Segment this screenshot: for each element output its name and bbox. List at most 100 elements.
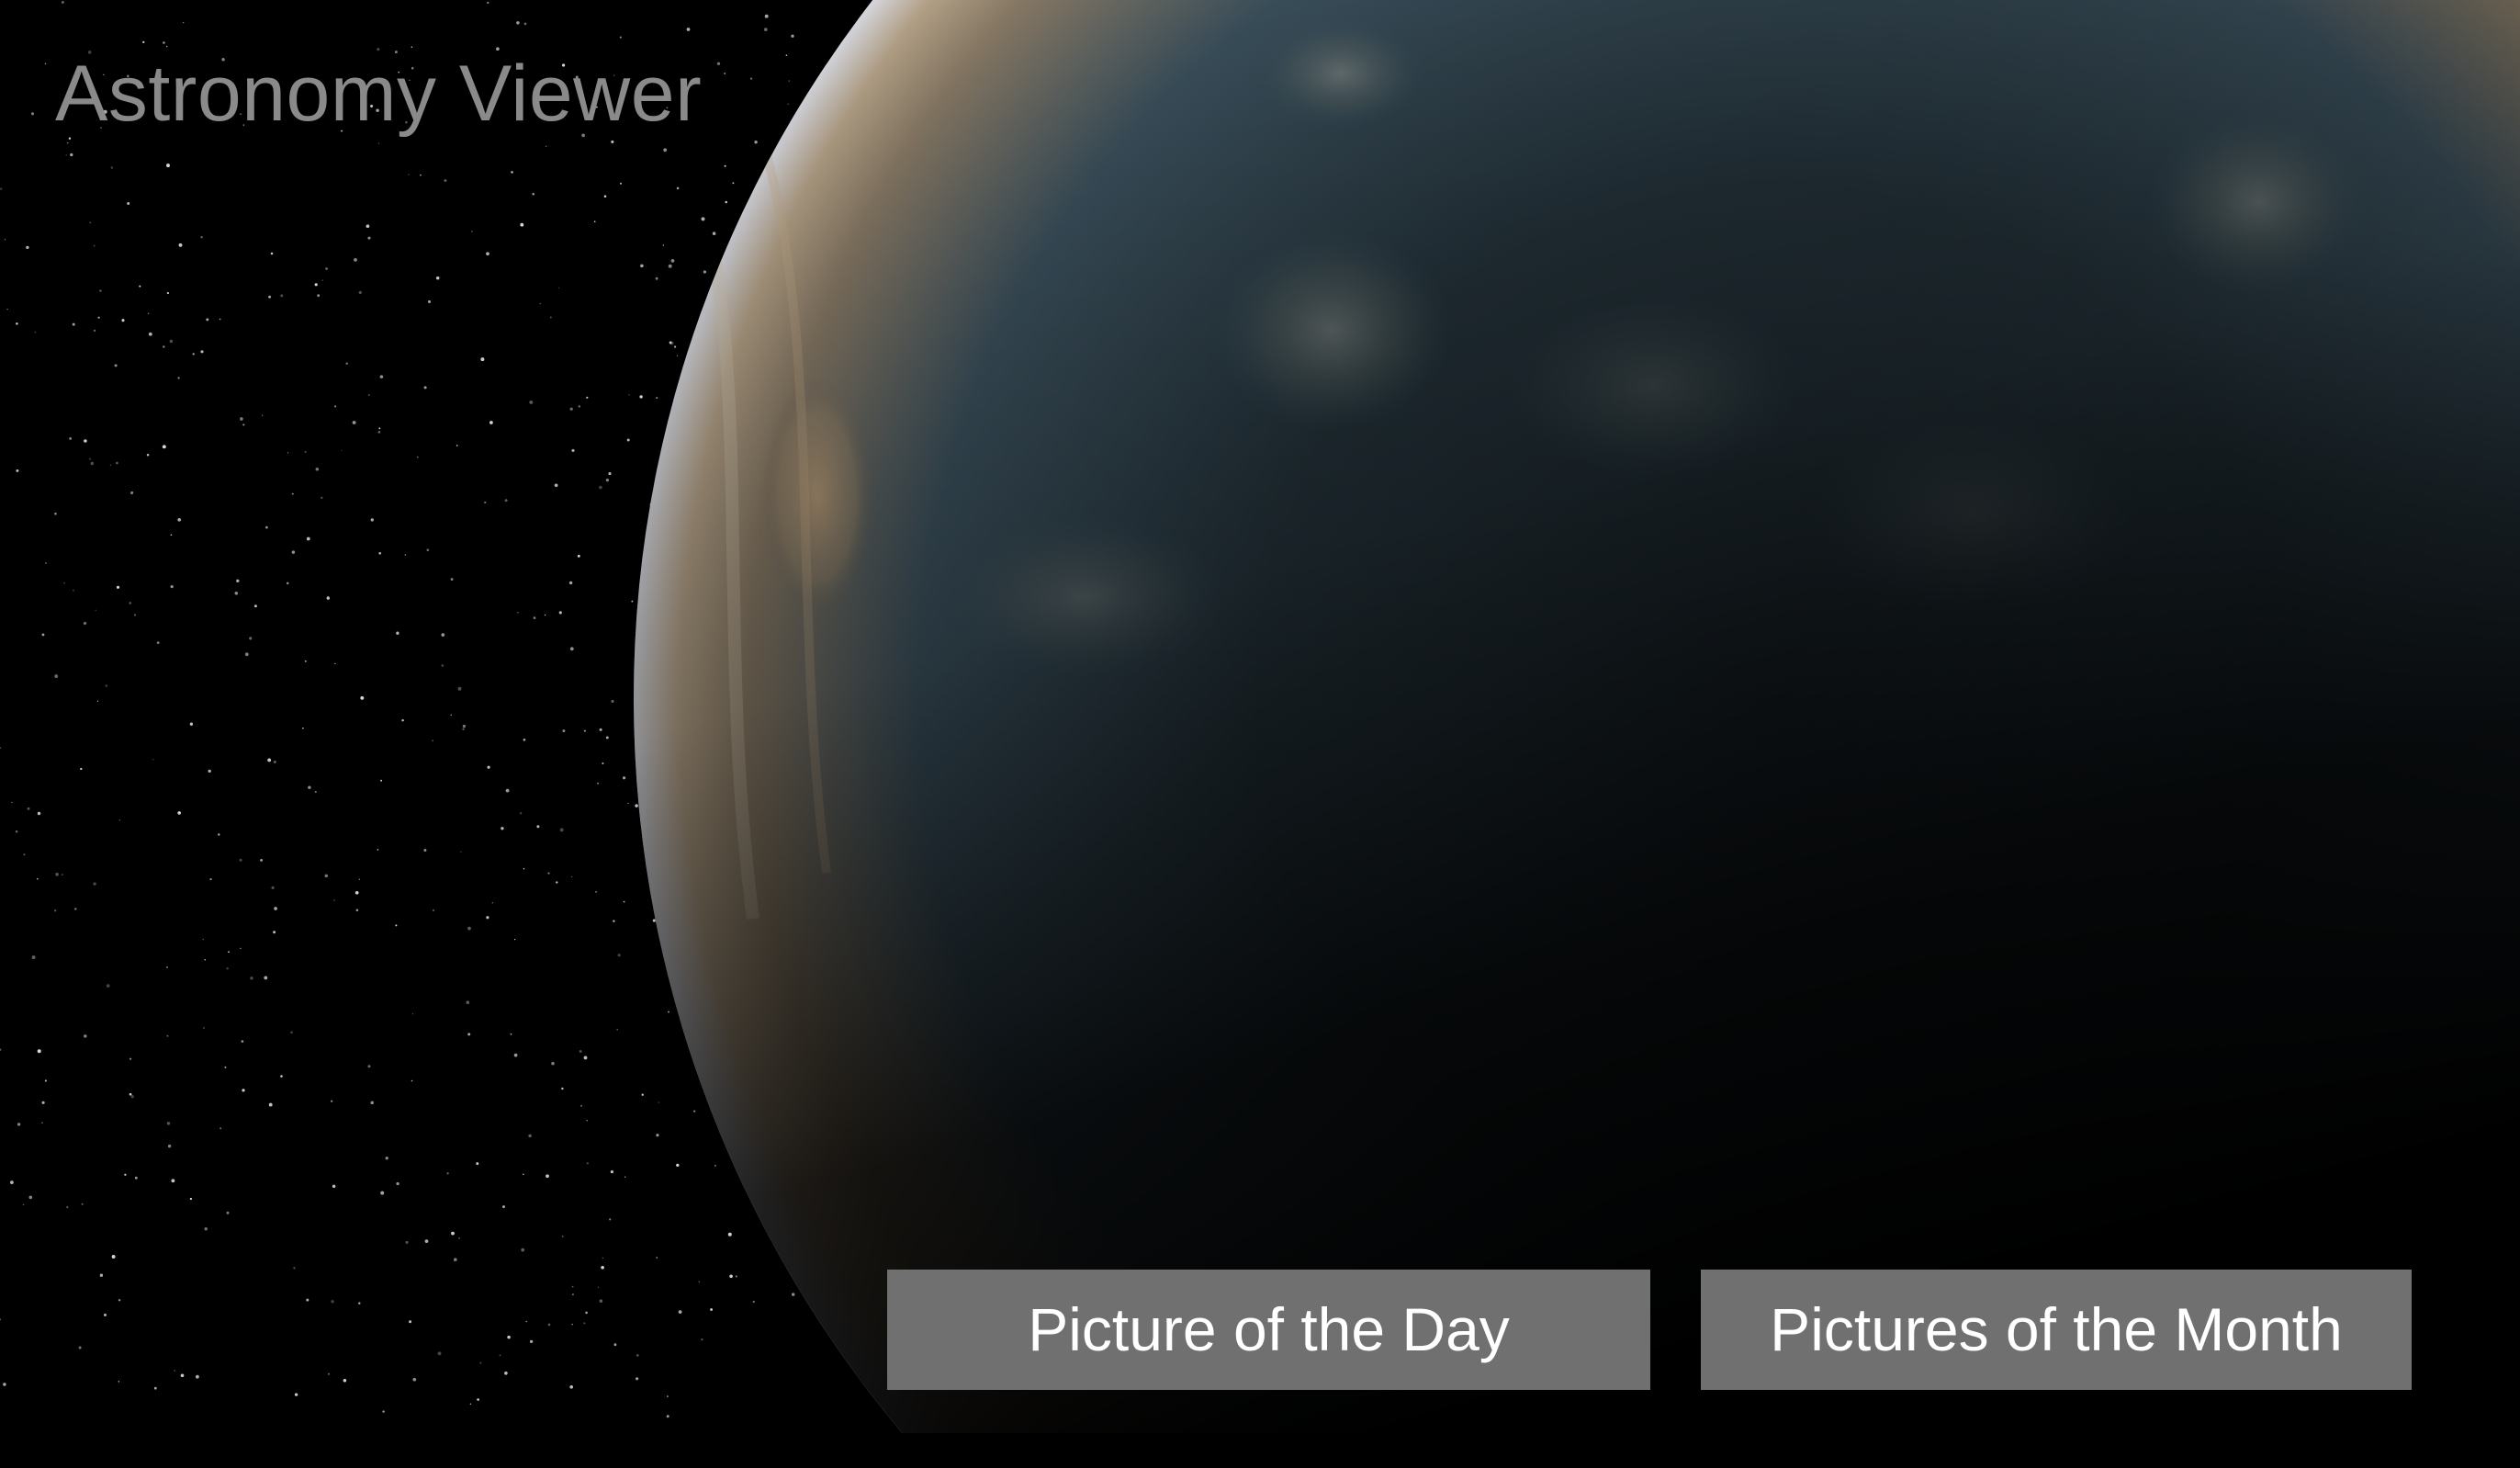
star bbox=[792, 1293, 795, 1296]
star bbox=[426, 548, 430, 551]
star bbox=[304, 660, 307, 662]
star bbox=[63, 582, 65, 584]
star bbox=[724, 164, 726, 167]
star bbox=[88, 457, 92, 460]
star bbox=[209, 878, 212, 881]
star bbox=[631, 600, 634, 603]
star bbox=[81, 1203, 84, 1205]
star bbox=[586, 396, 589, 399]
star bbox=[146, 453, 150, 457]
star bbox=[170, 534, 173, 536]
star bbox=[304, 450, 307, 454]
star bbox=[130, 1094, 134, 1099]
star bbox=[45, 562, 47, 564]
star bbox=[166, 164, 170, 168]
star bbox=[667, 1395, 669, 1397]
star bbox=[11, 801, 13, 804]
star bbox=[166, 291, 170, 295]
star bbox=[701, 217, 705, 221]
star bbox=[505, 788, 510, 793]
star bbox=[27, 807, 30, 810]
star bbox=[345, 362, 349, 366]
star bbox=[354, 890, 359, 895]
star bbox=[523, 738, 526, 741]
star bbox=[520, 222, 524, 227]
star bbox=[280, 1075, 283, 1078]
star bbox=[343, 1378, 347, 1383]
star bbox=[93, 882, 96, 886]
star bbox=[103, 1313, 107, 1316]
picture-of-the-day-button[interactable]: Picture of the Day bbox=[887, 1270, 1650, 1390]
star bbox=[602, 1257, 603, 1259]
star bbox=[271, 886, 275, 890]
star bbox=[577, 554, 580, 558]
star bbox=[519, 812, 523, 815]
star bbox=[61, 874, 63, 876]
star bbox=[787, 103, 790, 106]
star bbox=[623, 900, 625, 903]
star bbox=[114, 364, 118, 367]
star bbox=[53, 909, 57, 912]
star bbox=[732, 182, 735, 185]
star bbox=[111, 1255, 116, 1259]
star bbox=[433, 909, 434, 911]
star bbox=[93, 329, 96, 333]
star bbox=[93, 244, 96, 247]
star bbox=[382, 1410, 385, 1413]
pictures-of-the-month-button[interactable]: Pictures of the Month bbox=[1701, 1270, 2412, 1390]
star bbox=[454, 1258, 457, 1261]
star bbox=[333, 405, 337, 408]
star bbox=[6, 308, 8, 311]
star bbox=[516, 21, 520, 25]
star bbox=[656, 1134, 659, 1137]
star bbox=[293, 1267, 296, 1270]
star bbox=[370, 1101, 374, 1105]
star bbox=[162, 445, 166, 449]
star bbox=[249, 637, 253, 640]
star bbox=[240, 947, 242, 950]
star bbox=[202, 1027, 205, 1029]
star bbox=[182, 21, 185, 24]
star bbox=[253, 604, 257, 608]
star bbox=[178, 243, 183, 247]
star bbox=[4, 239, 6, 241]
star bbox=[586, 1162, 589, 1165]
star bbox=[532, 192, 534, 196]
star bbox=[569, 407, 573, 411]
star bbox=[37, 1049, 41, 1054]
star bbox=[308, 785, 311, 789]
star bbox=[595, 890, 597, 893]
star bbox=[670, 259, 675, 263]
star bbox=[599, 1299, 603, 1303]
star bbox=[610, 1170, 613, 1174]
star bbox=[286, 582, 289, 585]
star bbox=[556, 881, 558, 884]
star bbox=[208, 769, 211, 774]
star bbox=[586, 1120, 588, 1122]
star bbox=[116, 461, 118, 465]
star bbox=[626, 438, 630, 442]
star bbox=[658, 1101, 660, 1103]
star bbox=[609, 1218, 612, 1221]
star bbox=[290, 1031, 293, 1034]
star bbox=[562, 729, 566, 733]
star bbox=[10, 1180, 14, 1184]
star bbox=[513, 1053, 518, 1057]
star bbox=[236, 579, 240, 582]
star bbox=[333, 899, 335, 901]
star bbox=[180, 1373, 185, 1378]
star bbox=[204, 1227, 208, 1231]
star bbox=[676, 186, 680, 190]
star bbox=[30, 112, 35, 116]
star bbox=[242, 1089, 245, 1092]
star bbox=[611, 699, 614, 703]
astronomy-viewer-screen: Astronomy Viewer Picture of the Day Pict… bbox=[0, 0, 2520, 1468]
star bbox=[105, 684, 108, 687]
star bbox=[44, 62, 47, 65]
star bbox=[571, 1323, 573, 1326]
star bbox=[41, 1101, 45, 1104]
star bbox=[80, 767, 83, 771]
star bbox=[54, 674, 59, 679]
star bbox=[166, 965, 168, 968]
star bbox=[240, 417, 243, 421]
